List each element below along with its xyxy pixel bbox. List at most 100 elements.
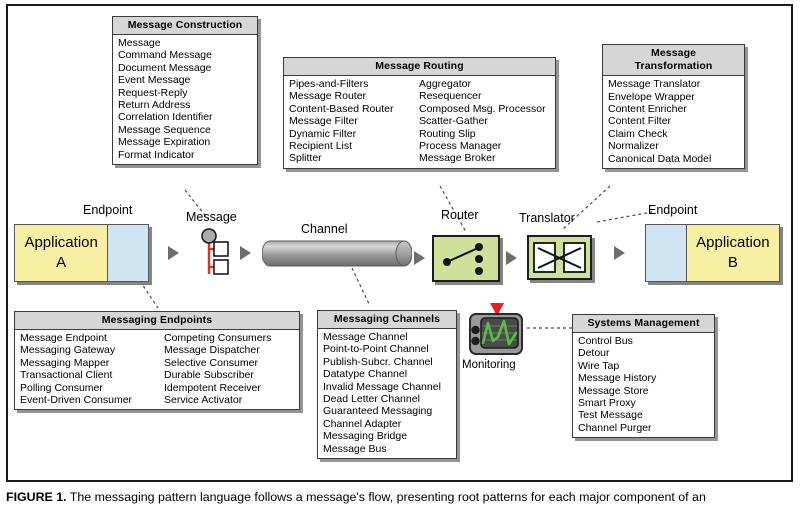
pattern-item[interactable]: Process Manager	[419, 140, 546, 152]
pattern-item[interactable]: Polling Consumer	[20, 382, 164, 394]
pattern-item[interactable]: Content Enricher	[608, 103, 711, 115]
pattern-item[interactable]: Dynamic Filter	[289, 128, 419, 140]
application-b-line-1: Application	[696, 234, 770, 251]
pattern-item[interactable]: Event Message	[118, 74, 213, 86]
pattern-box-message-construction[interactable]: Message Construction Message Command Mes…	[112, 16, 258, 166]
pattern-item[interactable]: Content Filter	[608, 115, 711, 127]
monitoring-icon[interactable]	[466, 303, 526, 356]
box-title: Message Construction	[113, 17, 257, 35]
flow-arrow-4	[506, 251, 517, 265]
pattern-item[interactable]: Message Endpoint	[20, 332, 164, 344]
pattern-item[interactable]: Scatter-Gather	[419, 115, 546, 127]
application-b-line-2: B	[727, 254, 738, 271]
pattern-item[interactable]: Claim Check	[608, 128, 711, 140]
pattern-item[interactable]: Transactional Client	[20, 369, 164, 381]
pattern-item[interactable]: Dead Letter Channel	[323, 393, 441, 405]
pattern-item[interactable]: Normalizer	[608, 140, 711, 152]
box-title-line-1: Message	[650, 47, 697, 59]
pattern-item[interactable]: Service Activator	[164, 394, 271, 406]
endpoint-strip-a[interactable]	[108, 225, 148, 281]
pattern-item[interactable]: Detour	[578, 347, 656, 359]
application-b-body: Application B	[686, 225, 779, 281]
pattern-item[interactable]: Command Message	[118, 49, 213, 61]
flow-arrow-5	[614, 246, 625, 260]
pattern-item[interactable]: Smart Proxy	[578, 397, 656, 409]
pattern-item[interactable]: Guaranteed Messaging	[323, 405, 441, 417]
pattern-item[interactable]: Datatype Channel	[323, 368, 441, 380]
label-endpoint-right: Endpoint	[648, 203, 698, 217]
pattern-item[interactable]: Envelope Wrapper	[608, 91, 711, 103]
pattern-item[interactable]: Request-Reply	[118, 87, 213, 99]
pattern-list-column: Aggregator Resequencer Composed Msg. Pro…	[419, 78, 546, 165]
box-title: Message Routing	[284, 58, 555, 76]
application-a-body: Application A	[15, 225, 109, 281]
pattern-item[interactable]: Control Bus	[578, 335, 656, 347]
pattern-box-systems-management[interactable]: Systems Management Control Bus Detour Wi…	[572, 314, 715, 439]
pattern-item[interactable]: Idempotent Receiver	[164, 382, 271, 394]
pattern-item[interactable]: Invalid Message Channel	[323, 381, 441, 393]
pattern-item[interactable]: Message Router	[289, 90, 419, 102]
pattern-item[interactable]: Splitter	[289, 152, 419, 164]
pattern-item[interactable]: Format Indicator	[118, 149, 213, 161]
pattern-item[interactable]: Publish-Subcr. Channel	[323, 356, 441, 368]
pattern-item[interactable]: Message Expiration	[118, 136, 213, 148]
pattern-item[interactable]: Content-Based Router	[289, 103, 419, 115]
pattern-item[interactable]: Messaging Bridge	[323, 430, 441, 442]
pattern-item[interactable]: Message Dispatcher	[164, 344, 271, 356]
channel-cylinder[interactable]	[262, 240, 412, 267]
label-router: Router	[441, 208, 479, 222]
pattern-item[interactable]: Messaging Gateway	[20, 344, 164, 356]
pattern-item[interactable]: Message History	[578, 372, 656, 384]
box-title: Message Transformation	[603, 45, 744, 77]
pattern-item[interactable]: Selective Consumer	[164, 357, 271, 369]
pattern-item[interactable]: Message	[118, 37, 213, 49]
pattern-item[interactable]: Message Bus	[323, 443, 441, 455]
pattern-item[interactable]: Message Sequence	[118, 124, 213, 136]
pattern-item[interactable]: Competing Consumers	[164, 332, 271, 344]
pattern-list-column: Control Bus Detour Wire Tap Message Hist…	[578, 335, 656, 434]
pattern-box-message-transformation[interactable]: Message Transformation Message Translato…	[602, 44, 745, 170]
label-channel: Channel	[301, 222, 348, 236]
pattern-box-messaging-channels[interactable]: Messaging Channels Message Channel Point…	[317, 310, 457, 460]
application-a-box[interactable]: Application A	[14, 224, 149, 282]
pattern-item[interactable]: Return Address	[118, 99, 213, 111]
pattern-item[interactable]: Recipient List	[289, 140, 419, 152]
application-a-line-1: Application	[24, 234, 98, 251]
pattern-item[interactable]: Message Broker	[419, 152, 546, 164]
label-endpoint-left: Endpoint	[83, 203, 133, 217]
pattern-box-messaging-endpoints[interactable]: Messaging Endpoints Message Endpoint Mes…	[14, 311, 300, 411]
pattern-item[interactable]: Correlation Identifier	[118, 111, 213, 123]
pattern-item[interactable]: Pipes-and-Filters	[289, 78, 419, 90]
pattern-item[interactable]: Durable Subscriber	[164, 369, 271, 381]
pattern-item[interactable]: Message Filter	[289, 115, 419, 127]
message-icon[interactable]	[198, 227, 232, 282]
pattern-item[interactable]: Channel Adapter	[323, 418, 441, 430]
figure-caption-text: The messaging pattern language follows a…	[66, 490, 706, 504]
pattern-item[interactable]: Messaging Mapper	[20, 357, 164, 369]
pattern-list-column: Message Channel Point-to-Point Channel P…	[323, 331, 441, 455]
translator-icon[interactable]	[527, 235, 592, 280]
pattern-item[interactable]: Message Translator	[608, 78, 711, 90]
pattern-item[interactable]: Test Message	[578, 409, 656, 421]
application-b-box[interactable]: Application B	[645, 224, 780, 282]
pattern-item[interactable]: Composed Msg. Processor	[419, 103, 546, 115]
pattern-item[interactable]: Wire Tap	[578, 360, 656, 372]
pattern-item[interactable]: Message Store	[578, 385, 656, 397]
pattern-item[interactable]: Event-Driven Consumer	[20, 394, 164, 406]
pattern-item[interactable]: Routing Slip	[419, 128, 546, 140]
pattern-box-message-routing[interactable]: Message Routing Pipes-and-Filters Messag…	[283, 57, 556, 169]
router-icon[interactable]	[432, 235, 500, 282]
label-monitoring: Monitoring	[462, 359, 516, 371]
endpoint-strip-b[interactable]	[646, 225, 687, 281]
pattern-item[interactable]: Channel Purger	[578, 422, 656, 434]
pattern-item[interactable]: Canonical Data Model	[608, 153, 711, 165]
pattern-item[interactable]: Document Message	[118, 62, 213, 74]
pattern-item[interactable]: Aggregator	[419, 78, 546, 90]
flow-arrow-1	[168, 246, 179, 260]
pattern-item[interactable]: Message Channel	[323, 331, 441, 343]
figure-caption-number: FIGURE 1.	[6, 490, 67, 504]
pattern-item[interactable]: Point-to-Point Channel	[323, 343, 441, 355]
box-title: Systems Management	[573, 315, 714, 333]
router-glyph	[443, 243, 483, 275]
pattern-item[interactable]: Resequencer	[419, 90, 546, 102]
